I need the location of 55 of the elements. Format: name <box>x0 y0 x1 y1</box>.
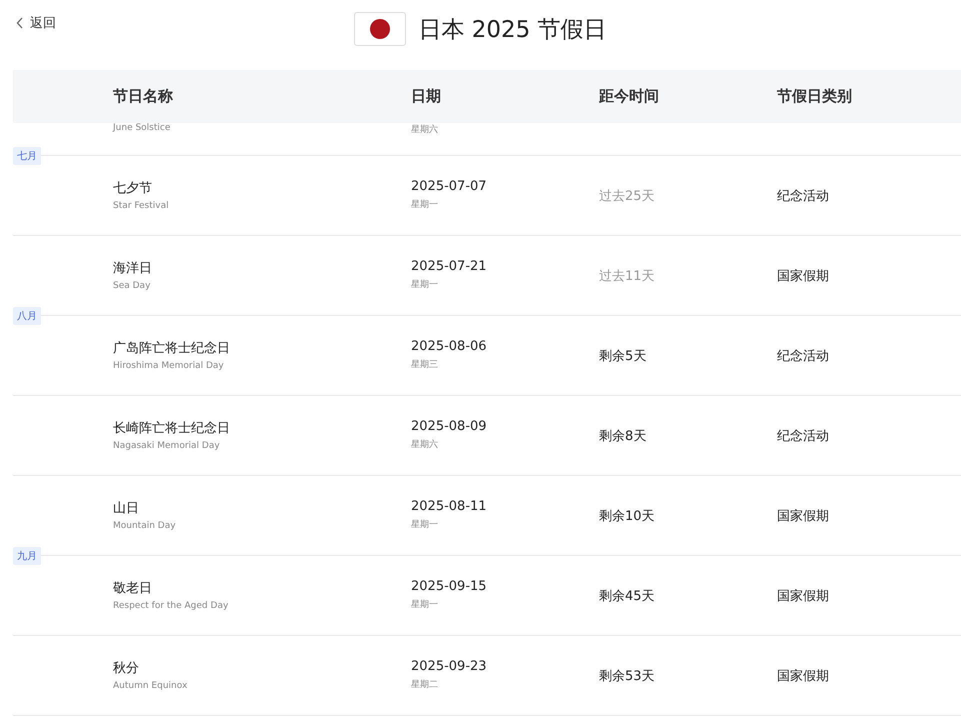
holiday-english-name: Star Festival <box>113 201 170 211</box>
countdown: 剩余45天 <box>599 588 655 604</box>
countdown: 过去25天 <box>599 188 655 204</box>
holiday-english-name: Autumn Equinox <box>113 681 188 691</box>
weekday: 星期一 <box>411 518 439 531</box>
month-tag: 八月 <box>13 307 41 325</box>
holiday-english-name: June Solstice <box>113 123 172 133</box>
column-header: 节日名称 <box>113 87 174 106</box>
holiday-english-name: Hiroshima Memorial Day <box>113 361 225 371</box>
holiday-category: 纪念活动 <box>777 428 829 444</box>
holiday-name: 海洋日 <box>113 260 153 277</box>
countdown: 剩余10天 <box>599 508 655 524</box>
weekday: 星期六 <box>411 438 439 451</box>
holiday-name: 长崎阵亡将士纪念日 <box>113 420 231 437</box>
flag-icon <box>354 12 406 46</box>
holiday-name: 广岛阵亡将士纪念日 <box>113 340 231 357</box>
holiday-date: 2025-08-06 <box>411 339 488 354</box>
holiday-date: 2025-09-15 <box>411 579 488 594</box>
weekday: 星期三 <box>411 358 439 371</box>
weekday: 星期一 <box>411 198 439 211</box>
weekday: 星期二 <box>411 678 439 691</box>
holiday-category: 国家假期 <box>777 588 829 604</box>
weekday: 星期六 <box>411 124 439 136</box>
month-tag: 九月 <box>13 547 41 565</box>
holiday-name: 山日 <box>113 500 140 517</box>
holiday-date: 2025-08-09 <box>411 419 488 434</box>
holiday-category: 国家假期 <box>777 508 829 524</box>
holiday-name: 七夕节 <box>113 180 153 197</box>
back-link[interactable]: 返回 <box>16 14 56 32</box>
countdown: 剩余53天 <box>599 668 655 684</box>
holiday-english-name: Mountain Day <box>113 521 177 531</box>
holiday-english-name: Respect for the Aged Day <box>113 601 230 611</box>
column-header: 日期 <box>411 87 442 106</box>
weekday: 星期一 <box>411 278 439 291</box>
weekday: 星期一 <box>411 598 439 611</box>
holiday-date: 2025-09-23 <box>411 659 488 674</box>
holiday-category: 国家假期 <box>777 268 829 284</box>
holiday-name: 敬老日 <box>113 580 153 597</box>
holiday-date: 2025-07-07 <box>411 179 488 194</box>
holiday-english-name: Sea Day <box>113 281 152 291</box>
holiday-name: 秋分 <box>113 660 140 677</box>
month-tag: 七月 <box>13 147 41 165</box>
countdown: 剩余5天 <box>599 348 646 364</box>
countdown: 剩余8天 <box>599 428 646 444</box>
holiday-date: 2025-07-21 <box>411 259 488 274</box>
holiday-category: 国家假期 <box>777 668 829 684</box>
holiday-english-name: Nagasaki Memorial Day <box>113 441 221 451</box>
page-title: 日本 2025 节假日 <box>418 16 607 44</box>
column-header: 距今时间 <box>599 87 660 106</box>
column-header: 节假日类别 <box>777 87 853 106</box>
holiday-date: 2025-08-11 <box>411 499 488 514</box>
holiday-category: 纪念活动 <box>777 188 829 204</box>
countdown: 过去11天 <box>599 268 655 284</box>
chevron-left-icon <box>16 17 24 29</box>
holiday-category: 纪念活动 <box>777 348 829 364</box>
